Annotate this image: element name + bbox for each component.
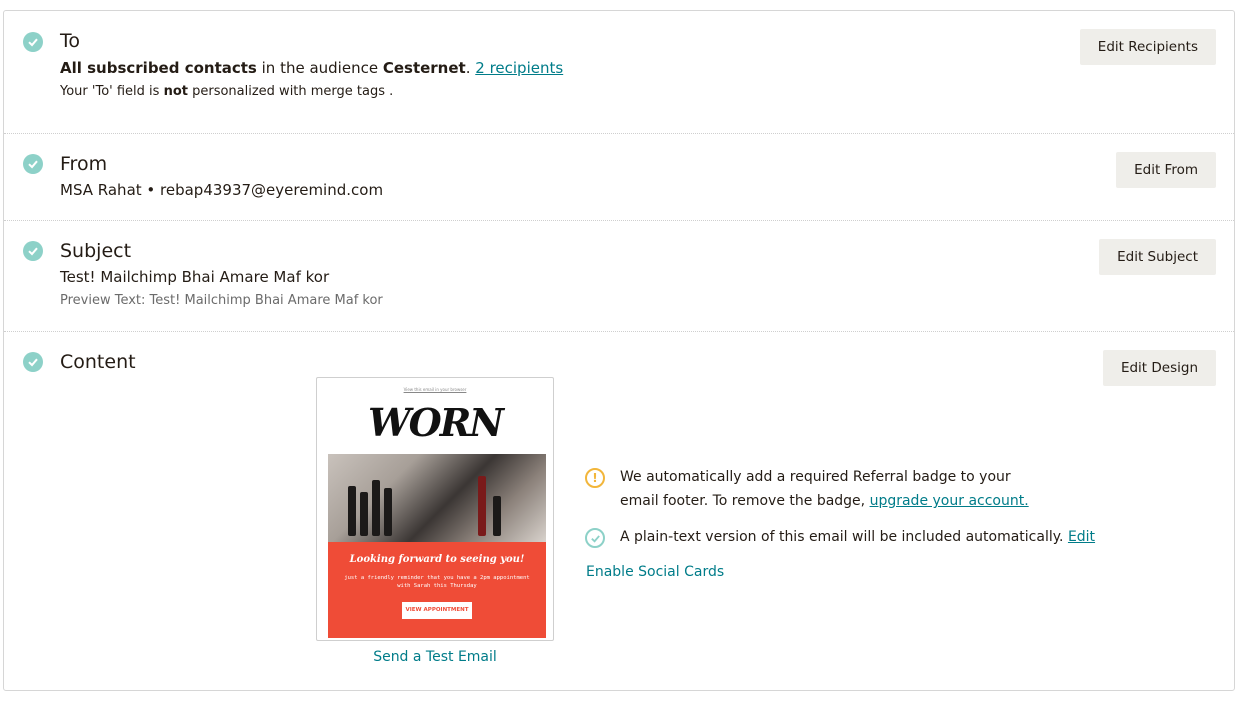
edit-recipients-button[interactable]: Edit Recipients — [1079, 29, 1216, 65]
from-heading: From — [60, 153, 108, 175]
section-divider — [4, 331, 1234, 332]
upgrade-account-link[interactable]: upgrade your account. — [870, 493, 1029, 509]
enable-social-cards-link[interactable]: Enable Social Cards — [586, 564, 724, 580]
promo-block: Looking forward to seeing you! just a fr… — [328, 542, 546, 638]
audience-name: Cesternet — [382, 59, 466, 77]
to-personalization-note: Your 'To' field is not personalized with… — [60, 84, 394, 99]
edit-design-button[interactable]: Edit Design — [1102, 350, 1216, 386]
content-heading: Content — [60, 351, 136, 373]
check-complete-icon — [23, 32, 43, 52]
promo-body: just a friendly reminder that you have a… — [344, 575, 530, 589]
check-circle-icon — [585, 528, 605, 548]
promo-button: VIEW APPOINTMENT — [402, 602, 472, 619]
recipients-link[interactable]: 2 recipients — [475, 59, 563, 77]
view-in-browser-link: View this email in your browser — [403, 387, 467, 392]
brand-logo: WORN — [367, 400, 504, 445]
subject-heading: Subject — [60, 240, 132, 262]
from-value: MSA Rahat • rebap43937@eyeremind.com — [60, 181, 384, 199]
to-audience-line: All subscribed contacts in the audience … — [60, 59, 564, 77]
check-complete-icon — [23, 154, 43, 174]
section-divider — [4, 133, 1234, 134]
campaign-checklist-card: To All subscribed contacts in the audien… — [3, 10, 1235, 691]
check-complete-icon — [23, 352, 43, 372]
edit-plaintext-link[interactable]: Edit — [1068, 529, 1095, 545]
plaintext-notice: A plain-text version of this email will … — [620, 529, 1096, 545]
referral-badge-notice: We automatically add a required Referral… — [620, 469, 1029, 509]
subject-value: Test! Mailchimp Bhai Amare Maf kor — [60, 268, 330, 286]
email-design-preview[interactable]: View this email in your browser WORN Loo… — [316, 377, 554, 641]
promo-title: Looking forward to seeing you! — [349, 554, 525, 565]
send-test-email-link[interactable]: Send a Test Email — [316, 649, 554, 665]
to-heading: To — [60, 30, 81, 52]
edit-from-button[interactable]: Edit From — [1116, 152, 1216, 188]
preview-text: Preview Text: Test! Mailchimp Bhai Amare… — [60, 293, 383, 308]
audience-scope: All subscribed contacts — [60, 59, 257, 77]
edit-subject-button[interactable]: Edit Subject — [1099, 239, 1216, 275]
warning-icon: ! — [585, 468, 605, 488]
check-complete-icon — [23, 241, 43, 261]
section-divider — [4, 220, 1234, 221]
hero-image — [328, 454, 546, 542]
